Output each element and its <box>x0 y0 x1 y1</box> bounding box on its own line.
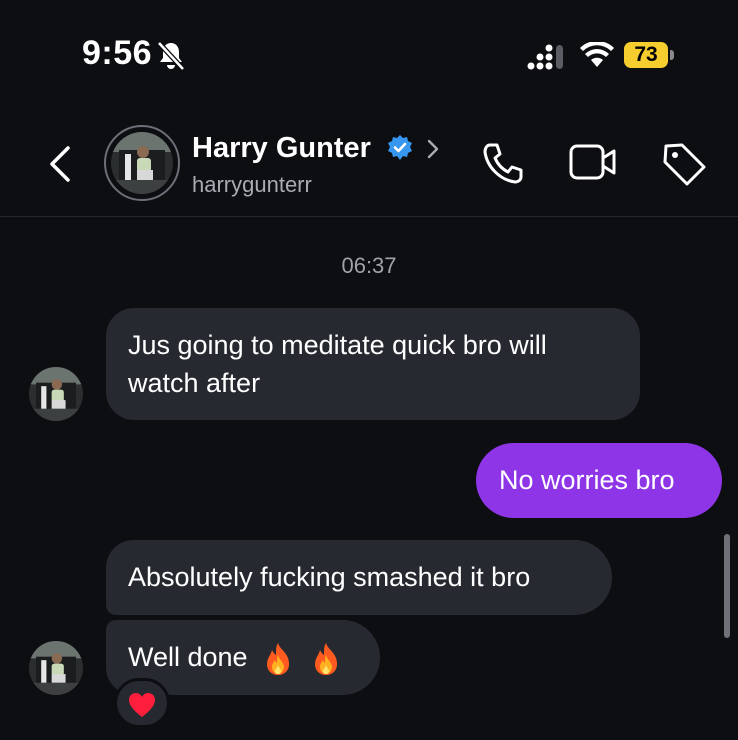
sender-avatar[interactable] <box>29 641 83 695</box>
message-reaction[interactable] <box>114 678 170 728</box>
phone-icon[interactable] <box>480 140 526 186</box>
chat-header: Harry Gunter harrygunterr <box>0 110 738 217</box>
wifi-icon <box>580 42 614 67</box>
contact-name[interactable]: Harry Gunter <box>192 132 371 165</box>
status-time: 9:56 <box>82 34 153 72</box>
outgoing-message[interactable]: No worries bro <box>476 443 722 518</box>
fire-icon <box>314 642 337 675</box>
sender-avatar[interactable] <box>29 367 83 421</box>
fire-icon <box>267 642 290 675</box>
message-text: Well done <box>128 642 248 672</box>
chevron-right-icon[interactable] <box>426 138 440 160</box>
contact-avatar[interactable] <box>104 125 180 201</box>
video-icon[interactable] <box>568 142 618 182</box>
bell-slash-icon <box>157 41 185 71</box>
signal-icon <box>527 44 563 70</box>
tag-icon[interactable] <box>660 140 708 186</box>
status-bar: 9:56 73 <box>0 0 738 110</box>
heart-icon <box>129 693 155 717</box>
battery-level: 73 <box>624 42 668 68</box>
incoming-message[interactable]: Jus going to meditate quick bro will wat… <box>106 308 640 420</box>
verified-icon <box>388 135 412 160</box>
incoming-message[interactable]: Absolutely fucking smashed it bro <box>106 540 612 615</box>
message-timestamp: 06:37 <box>341 253 397 278</box>
battery-icon: 73 <box>624 42 674 68</box>
contact-username: harrygunterr <box>192 172 312 197</box>
back-icon[interactable] <box>44 144 74 184</box>
scrollbar[interactable] <box>724 534 730 638</box>
